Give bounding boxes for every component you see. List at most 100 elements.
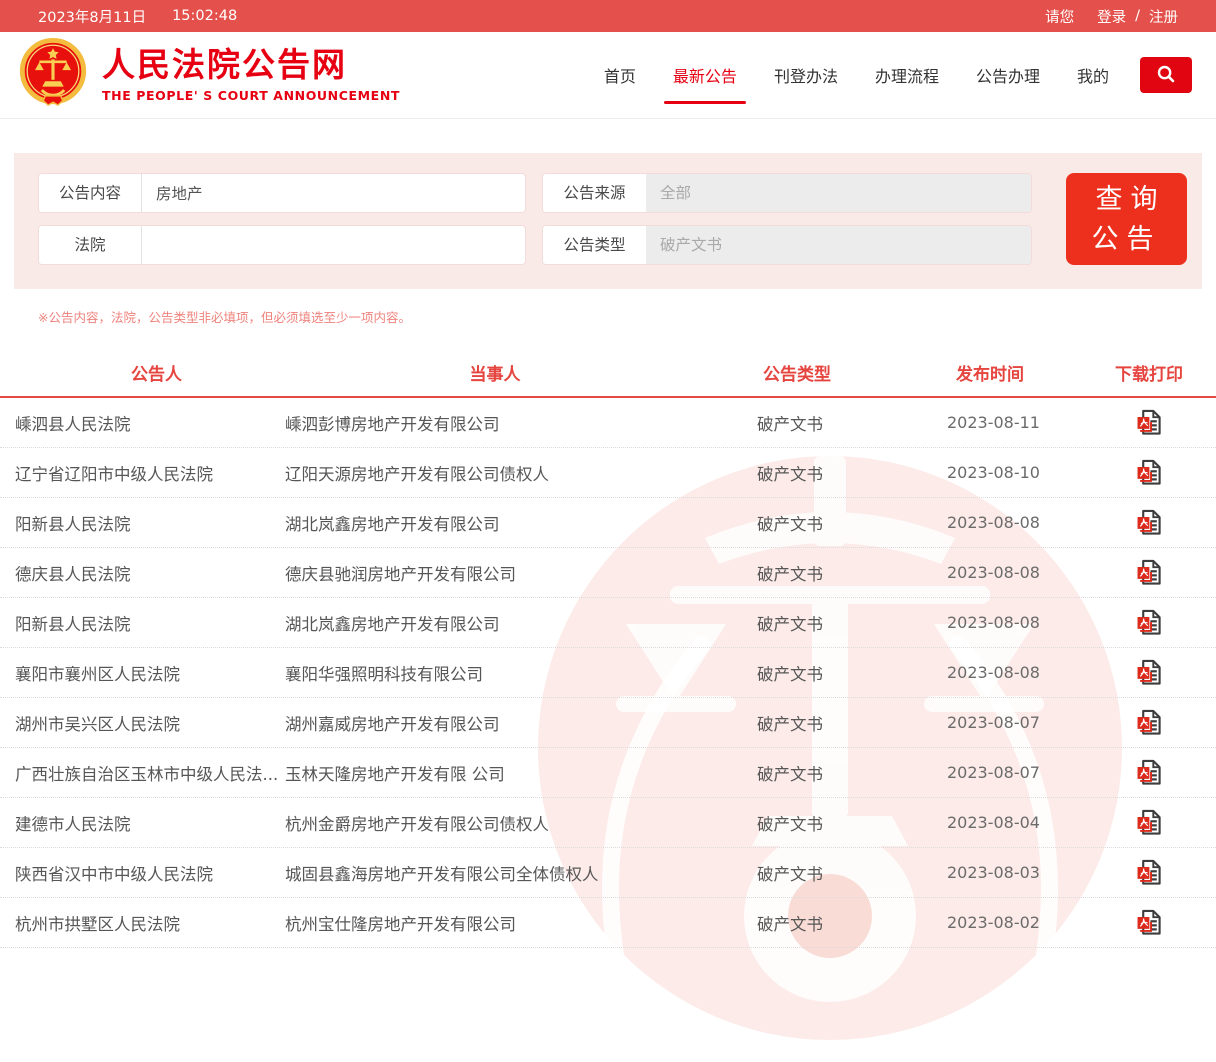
court-cell: 建德市人民法院 xyxy=(0,811,285,835)
date-cell: 2023-08-08 xyxy=(947,513,1100,532)
search-button[interactable] xyxy=(1140,57,1192,93)
table-row[interactable]: 嵊泗县人民法院 嵊泗彭博房地产开发有限公司 破产文书 2023-08-11 xyxy=(0,398,1216,448)
table-row[interactable]: 阳新县人民法院 湖北岚鑫房地产开发有限公司 破产文书 2023-08-08 xyxy=(0,498,1216,548)
announcement-source-field: 公告来源 xyxy=(542,173,1032,213)
table-row[interactable]: 建德市人民法院 杭州金爵房地产开发有限公司债权人 破产文书 2023-08-04 xyxy=(0,798,1216,848)
topbar: 2023年8月11日 15:02:48 请您 登录 / 注册 xyxy=(0,0,1216,32)
announcement-type-field: 公告类型 xyxy=(542,225,1032,265)
date-cell: 2023-08-07 xyxy=(947,763,1100,782)
court-cell: 德庆县人民法院 xyxy=(0,561,285,585)
party-cell: 襄阳华强照明科技有限公司 xyxy=(285,661,755,685)
party-cell: 湖北岚鑫房地产开发有限公司 xyxy=(285,511,755,535)
pdf-download-icon[interactable] xyxy=(1136,909,1162,936)
type-cell: 破产文书 xyxy=(755,611,947,635)
date-cell: 2023-08-11 xyxy=(947,413,1100,432)
party-cell: 杭州宝仕隆房地产开发有限公司 xyxy=(285,911,755,935)
party-cell: 玉林天隆房地产开发有限 公司 xyxy=(285,761,755,785)
court-cell: 阳新县人民法院 xyxy=(0,511,285,535)
party-cell: 湖北岚鑫房地产开发有限公司 xyxy=(285,611,755,635)
query-announcement-button[interactable]: 查询公告 xyxy=(1066,173,1187,265)
column-header-type: 公告类型 xyxy=(755,360,947,385)
site-logo[interactable]: 人民法院公告网 THE PEOPLE' S COURT ANNOUNCEMENT xyxy=(16,36,400,114)
court-cell: 杭州市拱墅区人民法院 xyxy=(0,911,285,935)
type-cell: 破产文书 xyxy=(755,561,947,585)
pdf-download-icon[interactable] xyxy=(1136,759,1162,786)
pdf-download-icon[interactable] xyxy=(1136,659,1162,686)
party-cell: 湖州嘉威房地产开发有限公司 xyxy=(285,711,755,735)
site-subtitle: THE PEOPLE' S COURT ANNOUNCEMENT xyxy=(102,88,400,103)
login-register-divider: / xyxy=(1135,8,1140,24)
court-cell: 辽宁省辽阳市中级人民法院 xyxy=(0,461,285,485)
pdf-download-icon[interactable] xyxy=(1136,459,1162,486)
announcement-source-select[interactable] xyxy=(646,174,1031,212)
nav-item-home[interactable]: 首页 xyxy=(604,63,636,87)
date-cell: 2023-08-08 xyxy=(947,613,1100,632)
nav-item-announcement-handling[interactable]: 公告办理 xyxy=(976,63,1040,87)
court-cell: 阳新县人民法院 xyxy=(0,611,285,635)
pdf-download-icon[interactable] xyxy=(1136,559,1162,586)
current-time: 15:02:48 xyxy=(172,8,237,24)
court-cell: 湖州市吴兴区人民法院 xyxy=(0,711,285,735)
main-nav: 首页 最新公告 刊登办法 办理流程 公告办理 我的 xyxy=(604,57,1192,93)
table-row[interactable]: 襄阳市襄州区人民法院 襄阳华强照明科技有限公司 破产文书 2023-08-08 xyxy=(0,648,1216,698)
table-header-row: 公告人 当事人 公告类型 发布时间 下载打印 xyxy=(0,348,1216,398)
greeting-text: 请您 xyxy=(1045,6,1074,27)
type-cell: 破产文书 xyxy=(755,461,947,485)
type-cell: 破产文书 xyxy=(755,861,947,885)
column-header-announcer: 公告人 xyxy=(0,360,285,385)
nav-item-latest-announcements[interactable]: 最新公告 xyxy=(673,63,737,87)
login-link[interactable]: 登录 xyxy=(1097,6,1126,27)
type-cell: 破产文书 xyxy=(755,811,947,835)
magnifier-icon xyxy=(1156,64,1176,87)
type-cell: 破产文书 xyxy=(755,711,947,735)
table-row[interactable]: 广西壮族自治区玉林市中级人民法... 玉林天隆房地产开发有限 公司 破产文书 2… xyxy=(0,748,1216,798)
table-row[interactable]: 德庆县人民法院 德庆县驰润房地产开发有限公司 破产文书 2023-08-08 xyxy=(0,548,1216,598)
announcement-type-select[interactable] xyxy=(646,226,1031,264)
date-cell: 2023-08-03 xyxy=(947,863,1100,882)
party-cell: 德庆县驰润房地产开发有限公司 xyxy=(285,561,755,585)
table-row[interactable]: 陕西省汉中市中级人民法院 城固县鑫海房地产开发有限公司全体债权人 破产文书 20… xyxy=(0,848,1216,898)
type-cell: 破产文书 xyxy=(755,511,947,535)
pdf-download-icon[interactable] xyxy=(1136,609,1162,636)
party-cell: 杭州金爵房地产开发有限公司债权人 xyxy=(285,811,755,835)
court-cell: 嵊泗县人民法院 xyxy=(0,411,285,435)
type-cell: 破产文书 xyxy=(755,761,947,785)
table-row[interactable]: 辽宁省辽阳市中级人民法院 辽阳天源房地产开发有限公司债权人 破产文书 2023-… xyxy=(0,448,1216,498)
nav-item-process-flow[interactable]: 办理流程 xyxy=(875,63,939,87)
date-cell: 2023-08-08 xyxy=(947,663,1100,682)
column-header-download-print: 下载打印 xyxy=(1100,360,1216,385)
type-cell: 破产文书 xyxy=(755,411,947,435)
current-date: 2023年8月11日 xyxy=(38,6,146,27)
pdf-download-icon[interactable] xyxy=(1136,809,1162,836)
column-header-publish-date: 发布时间 xyxy=(947,360,1100,385)
form-note: ※公告内容，法院，公告类型非必填项，但必须填选至少一项内容。 xyxy=(38,307,1216,326)
site-header: 人民法院公告网 THE PEOPLE' S COURT ANNOUNCEMENT… xyxy=(0,32,1216,119)
court-field: 法院 xyxy=(38,225,526,265)
court-input[interactable] xyxy=(142,226,525,264)
party-cell: 辽阳天源房地产开发有限公司债权人 xyxy=(285,461,755,485)
court-cell: 襄阳市襄州区人民法院 xyxy=(0,661,285,685)
announcement-type-label: 公告类型 xyxy=(543,226,646,264)
pdf-download-icon[interactable] xyxy=(1136,709,1162,736)
table-row[interactable]: 阳新县人民法院 湖北岚鑫房地产开发有限公司 破产文书 2023-08-08 xyxy=(0,598,1216,648)
pdf-download-icon[interactable] xyxy=(1136,859,1162,886)
nav-item-publication-methods[interactable]: 刊登办法 xyxy=(774,63,838,87)
date-cell: 2023-08-10 xyxy=(947,463,1100,482)
announcement-source-label: 公告来源 xyxy=(543,174,646,212)
type-cell: 破产文书 xyxy=(755,911,947,935)
announcement-table: 公告人 当事人 公告类型 发布时间 下载打印 嵊泗县人民法院 嵊泗彭博房地产开发… xyxy=(0,348,1216,948)
register-link[interactable]: 注册 xyxy=(1149,6,1178,27)
court-cell: 陕西省汉中市中级人民法院 xyxy=(0,861,285,885)
party-cell: 城固县鑫海房地产开发有限公司全体债权人 xyxy=(285,861,755,885)
column-header-party: 当事人 xyxy=(285,360,755,385)
date-cell: 2023-08-02 xyxy=(947,913,1100,932)
page: 2023年8月11日 15:02:48 请您 登录 / 注册 xyxy=(0,0,1216,941)
pdf-download-icon[interactable] xyxy=(1136,509,1162,536)
type-cell: 破产文书 xyxy=(755,661,947,685)
nav-item-mine[interactable]: 我的 xyxy=(1077,63,1109,87)
court-cell: 广西壮族自治区玉林市中级人民法... xyxy=(0,761,285,785)
announcement-content-input[interactable] xyxy=(142,174,525,212)
pdf-download-icon[interactable] xyxy=(1136,409,1162,436)
table-row[interactable]: 湖州市吴兴区人民法院 湖州嘉威房地产开发有限公司 破产文书 2023-08-07 xyxy=(0,698,1216,748)
announcement-table-body: 嵊泗县人民法院 嵊泗彭博房地产开发有限公司 破产文书 2023-08-11 辽宁… xyxy=(0,398,1216,948)
